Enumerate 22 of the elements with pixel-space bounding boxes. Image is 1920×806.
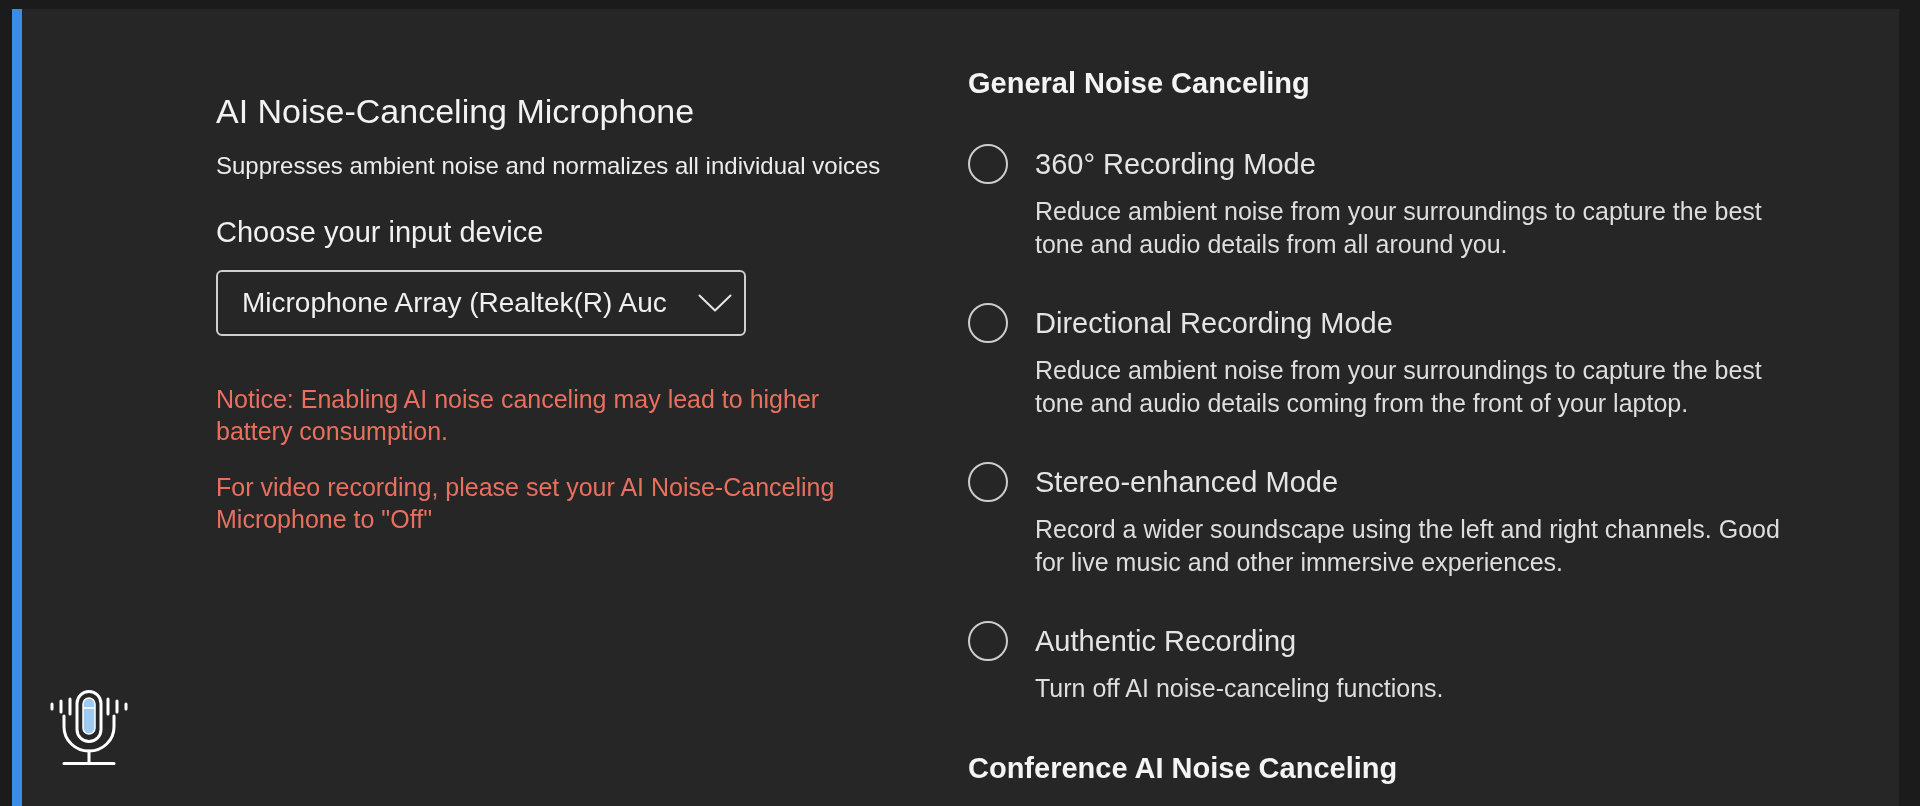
device-dropdown[interactable]: Microphone Array (Realtek(R) Auc [216,270,746,336]
option-label[interactable]: 360° Recording Mode [1035,146,1795,182]
option-description: Record a wider soundscape using the left and right channels. Good for live music and other immersive experiences. [1035,514,1781,578]
section-heading: General Noise Canceling [968,66,1310,101]
feature-title: AI Noise-Canceling Microphone [216,91,695,131]
option-label[interactable]: Authentic Recording [1035,623,1795,659]
radio-button[interactable] [968,621,1008,661]
option-label[interactable]: Stereo-enhanced Mode [1035,464,1795,500]
radio-button[interactable] [968,462,1008,502]
field-label: Choose your input device [216,215,544,250]
option-label[interactable]: Directional Recording Mode [1035,305,1795,341]
option-description: Turn off AI noise-canceling functions. [1035,673,1445,704]
section-heading: Conference AI Noise Canceling [968,751,1398,786]
notice-text: For video recording, please set your AI Noise-Canceling Microphone to "Off" [216,472,836,535]
radio-button[interactable] [968,303,1008,343]
chevron-down-icon [698,294,732,312]
feature-description: Suppresses ambient noise and normalizes all individual voices [216,151,881,181]
notice-text: Notice: Enabling AI noise canceling may lead to higher battery consumption. [216,384,821,447]
radio-button[interactable] [968,144,1008,184]
microphone-icon [50,690,128,766]
option-description: Reduce ambient noise from your surroundings to capture the best tone and audio details from all around you. [1035,196,1763,260]
option-description: Reduce ambient noise from your surroundings to capture the best tone and audio details coming from the front of your laptop. [1035,355,1763,419]
